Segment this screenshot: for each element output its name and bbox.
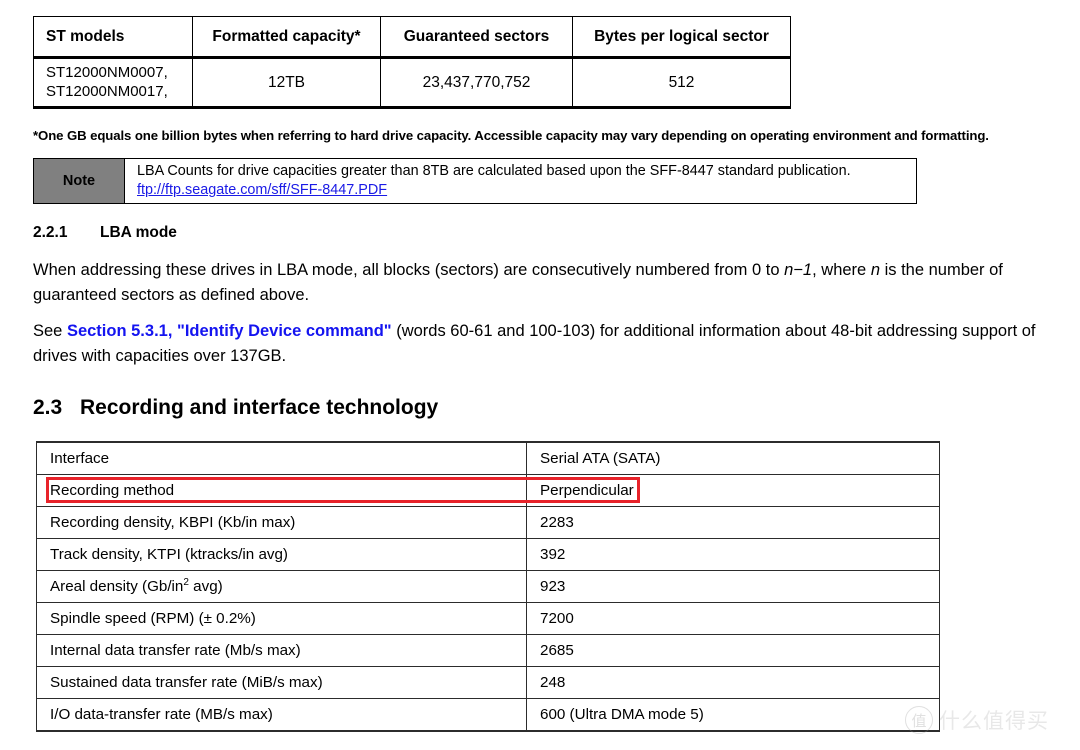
spec-key-cell: Track density, KTPI (ktracks/in avg) (36, 538, 527, 571)
para2-part-a: See (33, 322, 67, 340)
section-23-heading: 2.3 Recording and interface technology (33, 396, 438, 420)
para1-part-b: , where (812, 261, 871, 279)
capacity-table-header-row: ST models Formatted capacity* Guaranteed… (33, 16, 791, 59)
para1-italic-n-minus-1: n−1 (784, 261, 813, 279)
para1-italic-n: n (870, 261, 880, 279)
spec-value-cell: 2283 (526, 506, 940, 539)
section-221-heading: 2.2.1 LBA mode (33, 224, 177, 242)
spec-key-cell: Sustained data transfer rate (MiB/s max) (36, 666, 527, 699)
cell-formatted-capacity: 12TB (192, 57, 381, 109)
table-row: Internal data transfer rate (Mb/s max) 26… (36, 634, 940, 667)
spec-value-cell: 7200 (526, 602, 940, 635)
spec-value-cell: 2685 (526, 634, 940, 667)
section-23-title: Recording and interface technology (80, 396, 439, 419)
watermark-text: 什么值得买 (939, 709, 1049, 733)
column-header-st-models: ST models (33, 16, 193, 59)
column-header-formatted-capacity: Formatted capacity* (192, 16, 381, 59)
note-text: LBA Counts for drive capacities greater … (137, 163, 851, 179)
capacity-footnote: *One GB equals one billion bytes when re… (33, 128, 989, 143)
spec-key-cell: Recording density, KBPI (Kb/in max) (36, 506, 527, 539)
spec-key-cell: Spindle speed (RPM) (± 0.2%) (36, 602, 527, 635)
cell-guaranteed-sectors: 23,437,770,752 (380, 57, 573, 109)
spec-key-cell: I/O data-transfer rate (MB/s max) (36, 698, 527, 732)
spec-value-cell: Perpendicular (526, 474, 940, 507)
note-body: LBA Counts for drive capacities greater … (125, 159, 916, 203)
table-row: Areal density (Gb/in2 avg) 923 (36, 570, 940, 603)
table-row: Recording density, KBPI (Kb/in max) 2283 (36, 506, 940, 539)
cell-st-models: ST12000NM0007, ST12000NM0017, (33, 57, 193, 109)
table-row: ST12000NM0007, ST12000NM0017, 12TB 23,437… (33, 57, 791, 109)
spec-key-cell: Recording method (36, 474, 527, 507)
spec-value-cell: 392 (526, 538, 940, 571)
column-header-guaranteed-sectors: Guaranteed sectors (380, 16, 573, 59)
section-221-number: 2.2.1 (33, 224, 68, 241)
table-row: Sustained data transfer rate (MiB/s max)… (36, 666, 940, 699)
table-row: I/O data-transfer rate (MB/s max) 600 (Ul… (36, 698, 940, 732)
recording-interface-spec-table: Interface Serial ATA (SATA) Recording meth… (36, 441, 940, 732)
lba-mode-paragraph-1: When addressing these drives in LBA mode… (33, 258, 1055, 308)
note-label: Note (34, 159, 125, 203)
superscript: 2 (183, 577, 189, 589)
spec-key-cell: Internal data transfer rate (Mb/s max) (36, 634, 527, 667)
note-box: Note LBA Counts for drive capacities gre… (33, 158, 917, 204)
cell-bytes-per-logical-sector: 512 (572, 57, 791, 109)
capacity-table: ST models Formatted capacity* Guaranteed… (33, 16, 791, 109)
table-row: Recording method Perpendicular (36, 474, 940, 507)
column-header-bytes-per-logical-sector: Bytes per logical sector (572, 16, 791, 59)
section-221-title: LBA mode (100, 224, 177, 241)
section-531-crossref-link[interactable]: Section 5.3.1, "Identify Device command" (67, 322, 392, 340)
spec-value-cell: 600 (Ultra DMA mode 5) (526, 698, 940, 732)
spec-key-cell: Areal density (Gb/in2 avg) (36, 570, 527, 603)
spec-value-cell: Serial ATA (SATA) (526, 441, 940, 475)
table-row: Spindle speed (RPM) (± 0.2%) 7200 (36, 602, 940, 635)
para1-part-a: When addressing these drives in LBA mode… (33, 261, 785, 279)
section-23-number: 2.3 (33, 396, 63, 419)
lba-mode-paragraph-2: See Section 5.3.1, "Identify Device comm… (33, 319, 1057, 369)
spec-value-cell: 923 (526, 570, 940, 603)
spec-key-cell: Interface (36, 441, 527, 475)
table-row: Interface Serial ATA (SATA) (36, 441, 940, 475)
note-ftp-link[interactable]: ftp://ftp.seagate.com/sff/SFF-8447.PDF (137, 182, 387, 198)
table-row: Track density, KTPI (ktracks/in avg) 392 (36, 538, 940, 571)
spec-value-cell: 248 (526, 666, 940, 699)
